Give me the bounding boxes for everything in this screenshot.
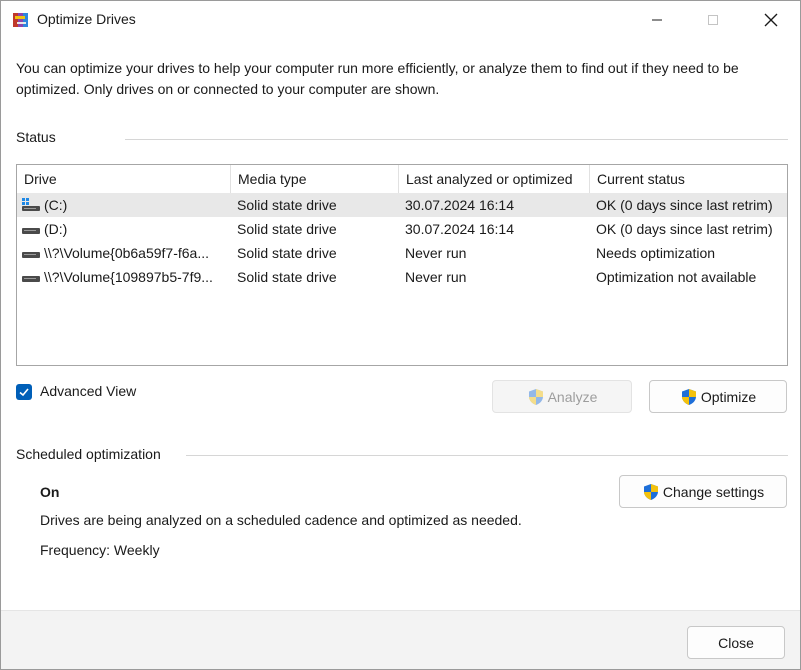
column-header-current-status[interactable]: Current status — [590, 165, 787, 193]
last-analyzed: 30.07.2024 16:14 — [405, 197, 514, 213]
defrag-app-icon — [13, 13, 28, 27]
drive-name: (D:) — [44, 221, 68, 237]
drive-icon — [22, 276, 40, 282]
dialog-footer: Close — [1, 610, 800, 669]
drives-list-header: Drive Media type Last analyzed or optimi… — [17, 165, 787, 193]
drive-icon — [22, 252, 40, 258]
table-row[interactable]: (D:) Solid state drive 30.07.2024 16:14 … — [17, 217, 787, 241]
scheduled-divider — [186, 455, 788, 456]
maximize-icon — [708, 15, 718, 25]
uac-shield-icon — [681, 388, 696, 405]
minimize-button[interactable] — [631, 1, 683, 39]
window-title: Optimize Drives — [37, 11, 136, 27]
minimize-icon — [652, 19, 662, 21]
drives-list[interactable]: Drive Media type Last analyzed or optimi… — [16, 164, 788, 366]
media-type: Solid state drive — [237, 245, 337, 261]
last-analyzed: Never run — [405, 269, 467, 285]
drive-name: \\?\Volume{109897b5-7f9... — [44, 269, 213, 285]
drive-icon — [22, 228, 40, 234]
close-icon — [764, 13, 778, 27]
schedule-description: Drives are being analyzed on a scheduled… — [40, 512, 522, 528]
title-bar[interactable]: Optimize Drives — [1, 1, 800, 39]
close-button-label: Close — [718, 634, 754, 651]
schedule-state: On — [40, 484, 60, 500]
close-button[interactable]: Close — [687, 626, 785, 659]
drive-name: (C:) — [44, 197, 68, 213]
checkmark-icon — [19, 388, 29, 397]
change-settings-label: Change settings — [662, 483, 765, 500]
column-header-last-analyzed[interactable]: Last analyzed or optimized — [399, 165, 590, 193]
analyze-button-label: Analyze — [547, 388, 598, 405]
last-analyzed: 30.07.2024 16:14 — [405, 221, 514, 237]
status-label: Status — [16, 129, 56, 145]
drive-name: \\?\Volume{0b6a59f7-f6a... — [44, 245, 210, 261]
analyze-button[interactable]: Analyze — [492, 380, 632, 413]
table-row[interactable]: (C:) Solid state drive 30.07.2024 16:14 … — [17, 193, 787, 217]
system-drive-icon — [22, 198, 40, 211]
current-status: Needs optimization — [596, 245, 716, 261]
table-row[interactable]: \\?\Volume{109897b5-7f9... Solid state d… — [17, 265, 787, 289]
optimize-button[interactable]: Optimize — [649, 380, 787, 413]
advanced-view-checkbox[interactable] — [16, 384, 32, 400]
media-type: Solid state drive — [237, 197, 337, 213]
optimize-drives-window: Optimize Drives You can optimize your dr… — [0, 0, 801, 670]
uac-shield-icon — [528, 388, 543, 405]
column-header-drive[interactable]: Drive — [17, 165, 231, 193]
scheduled-optimization-label: Scheduled optimization — [16, 446, 161, 462]
last-analyzed: Never run — [405, 245, 467, 261]
media-type: Solid state drive — [237, 221, 337, 237]
media-type: Solid state drive — [237, 269, 337, 285]
current-status: OK (0 days since last retrim) — [596, 197, 773, 213]
current-status: OK (0 days since last retrim) — [596, 221, 773, 237]
column-header-media-type[interactable]: Media type — [231, 165, 399, 193]
intro-text: You can optimize your drives to help you… — [16, 60, 739, 97]
advanced-view-label[interactable]: Advanced View — [40, 383, 136, 399]
current-status: Optimization not available — [596, 269, 757, 285]
close-window-button[interactable] — [745, 1, 797, 39]
maximize-button[interactable] — [687, 1, 739, 39]
schedule-frequency: Frequency: Weekly — [40, 542, 160, 558]
table-row[interactable]: \\?\Volume{0b6a59f7-f6a... Solid state d… — [17, 241, 787, 265]
uac-shield-icon — [643, 483, 658, 500]
change-settings-button[interactable]: Change settings — [619, 475, 787, 508]
optimize-button-label: Optimize — [700, 388, 757, 405]
status-divider — [125, 139, 788, 140]
